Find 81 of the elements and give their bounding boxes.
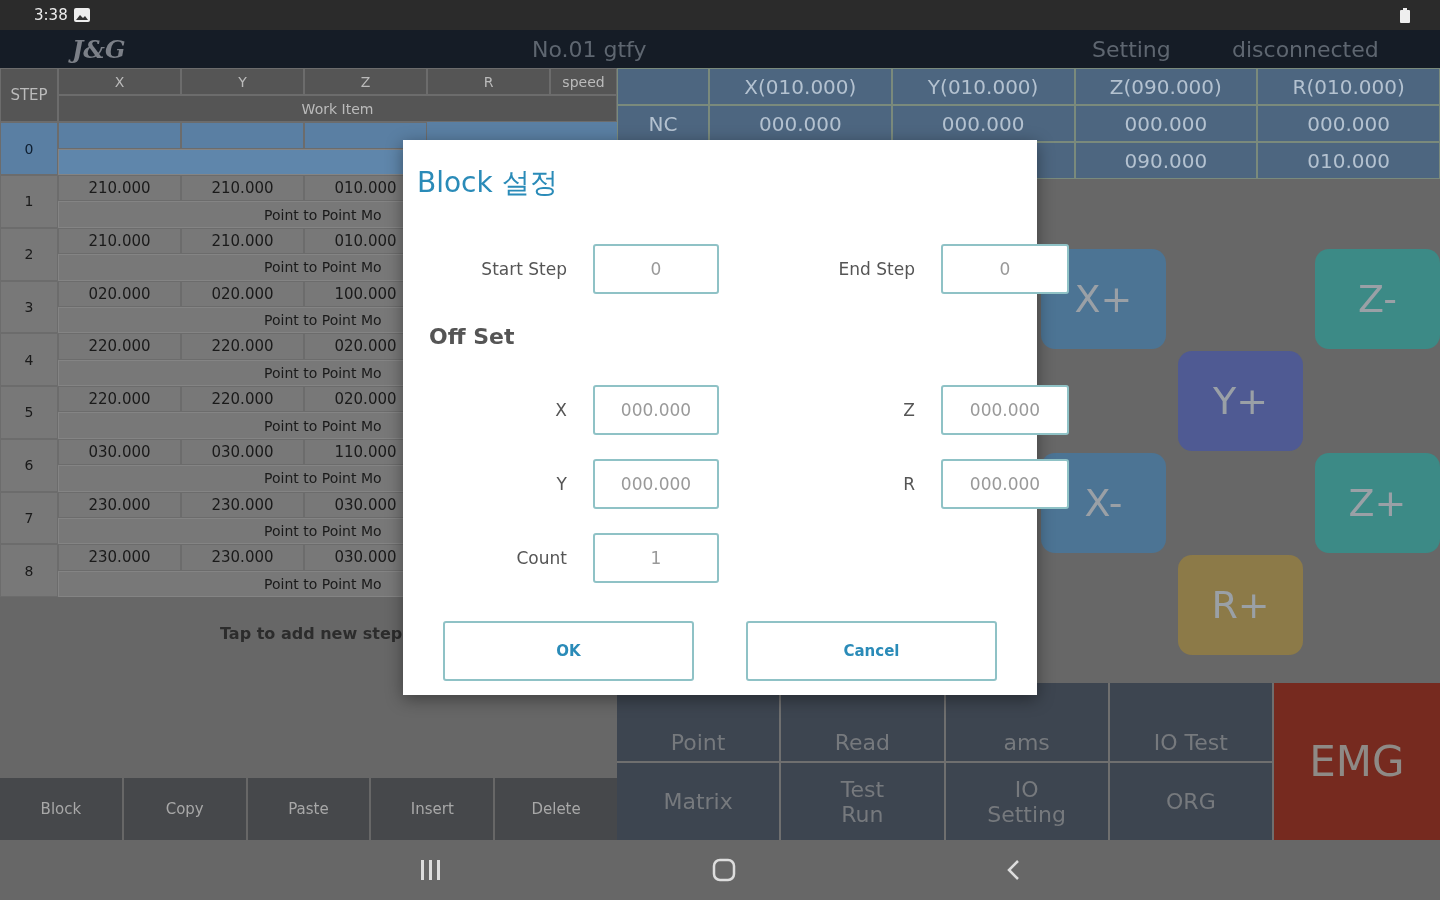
table-cell: 030.000 [58, 438, 181, 466]
jog-button[interactable]: Z+ [1315, 453, 1440, 553]
field-label: Y [556, 474, 567, 494]
table-cell: 210.000 [181, 227, 304, 255]
field-label: End Step [838, 259, 915, 279]
table-cell: 230.000 [181, 544, 304, 571]
battery-icon [1400, 7, 1410, 23]
column-header: STEP [0, 68, 58, 122]
field-label: Count [516, 548, 567, 568]
field-label: R [903, 474, 915, 494]
step-number: 8 [0, 544, 58, 597]
connection-status: disconnected [1232, 36, 1379, 62]
setting-link[interactable]: Setting [1092, 36, 1232, 62]
step-number: 3 [0, 280, 58, 334]
clock: 3:38 [34, 6, 68, 24]
step-field[interactable]: 0 [593, 244, 719, 294]
column-header: X [58, 68, 181, 95]
image-icon [73, 8, 90, 22]
step-number: 5 [0, 386, 58, 439]
dialog-button[interactable]: OK [443, 621, 694, 681]
jog-button[interactable]: X+ [1041, 249, 1166, 349]
offset-field[interactable]: 000.000 [593, 385, 719, 435]
offset-field[interactable]: 000.000 [941, 459, 1069, 509]
menu-button[interactable]: ORG [1109, 762, 1272, 840]
column-header: Y [181, 68, 304, 95]
edit-button[interactable]: Insert [371, 778, 494, 840]
table-cell: 210.000 [58, 175, 181, 202]
edit-button[interactable]: Block [0, 778, 122, 840]
menu-button[interactable]: Test Run [781, 762, 944, 840]
table-cell: 230.000 [181, 491, 304, 518]
recent-apps-icon[interactable] [420, 860, 442, 880]
column-header: Z(090.000) [1074, 68, 1258, 105]
menu-button[interactable]: ams [945, 683, 1108, 761]
table-cell: 220.000 [58, 386, 181, 413]
column-header: Z [304, 68, 427, 95]
home-icon[interactable] [712, 858, 736, 882]
jog-button[interactable]: R+ [1178, 555, 1303, 655]
column-header: X(010.000) [709, 68, 892, 105]
column-header: R [427, 68, 550, 95]
jog-button[interactable]: Y+ [1178, 351, 1303, 451]
column-header: R(010.000) [1257, 68, 1440, 105]
step-field[interactable]: 0 [941, 244, 1069, 294]
emergency-stop-button[interactable]: EMG [1274, 683, 1440, 840]
field-label: Z [903, 400, 915, 420]
table-cell: 230.000 [58, 544, 181, 571]
jog-button[interactable]: Z- [1315, 249, 1440, 349]
offset-field[interactable]: 000.000 [941, 385, 1069, 435]
table-cell: 000.000 [1074, 105, 1258, 142]
menu-button[interactable]: IO Setting [945, 762, 1108, 840]
column-header: Y(010.000) [891, 68, 1075, 105]
table-cell: 020.000 [58, 280, 181, 307]
table-cell: 020.000 [181, 280, 304, 307]
edit-button[interactable]: Copy [123, 778, 246, 840]
offset-field[interactable]: 000.000 [593, 459, 719, 509]
step-number: 6 [0, 438, 58, 492]
step-number: 4 [0, 333, 58, 386]
table-cell: 210.000 [58, 227, 181, 255]
table-cell: 030.000 [181, 438, 304, 466]
table-cell: 210.000 [181, 175, 304, 202]
field-label: Start Step [481, 259, 567, 279]
edit-button[interactable]: Delete [495, 778, 617, 840]
column-header: Work Item [58, 95, 617, 122]
column-header: speed [550, 68, 617, 95]
step-number: 0 [0, 122, 58, 175]
table-cell: 220.000 [58, 333, 181, 360]
table-cell: 220.000 [181, 386, 304, 413]
table-cell: 220.000 [181, 333, 304, 360]
dialog-button[interactable]: Cancel [746, 621, 997, 681]
table-cell: 090.000 [1074, 142, 1258, 179]
table-cell: 010.000 [1257, 142, 1440, 179]
menu-button[interactable]: IO Test [1109, 683, 1272, 761]
offset-field[interactable]: 1 [593, 533, 719, 583]
step-number: 1 [0, 175, 58, 228]
step-number: 7 [0, 491, 58, 545]
table-cell: 000.000 [1257, 105, 1440, 142]
step-number: 2 [0, 227, 58, 281]
program-title: No.01 gtfy [532, 36, 648, 62]
table-cell: 230.000 [58, 491, 181, 518]
menu-button[interactable]: Matrix [617, 762, 780, 840]
edit-button[interactable]: Paste [247, 778, 370, 840]
back-icon[interactable] [1006, 859, 1020, 881]
